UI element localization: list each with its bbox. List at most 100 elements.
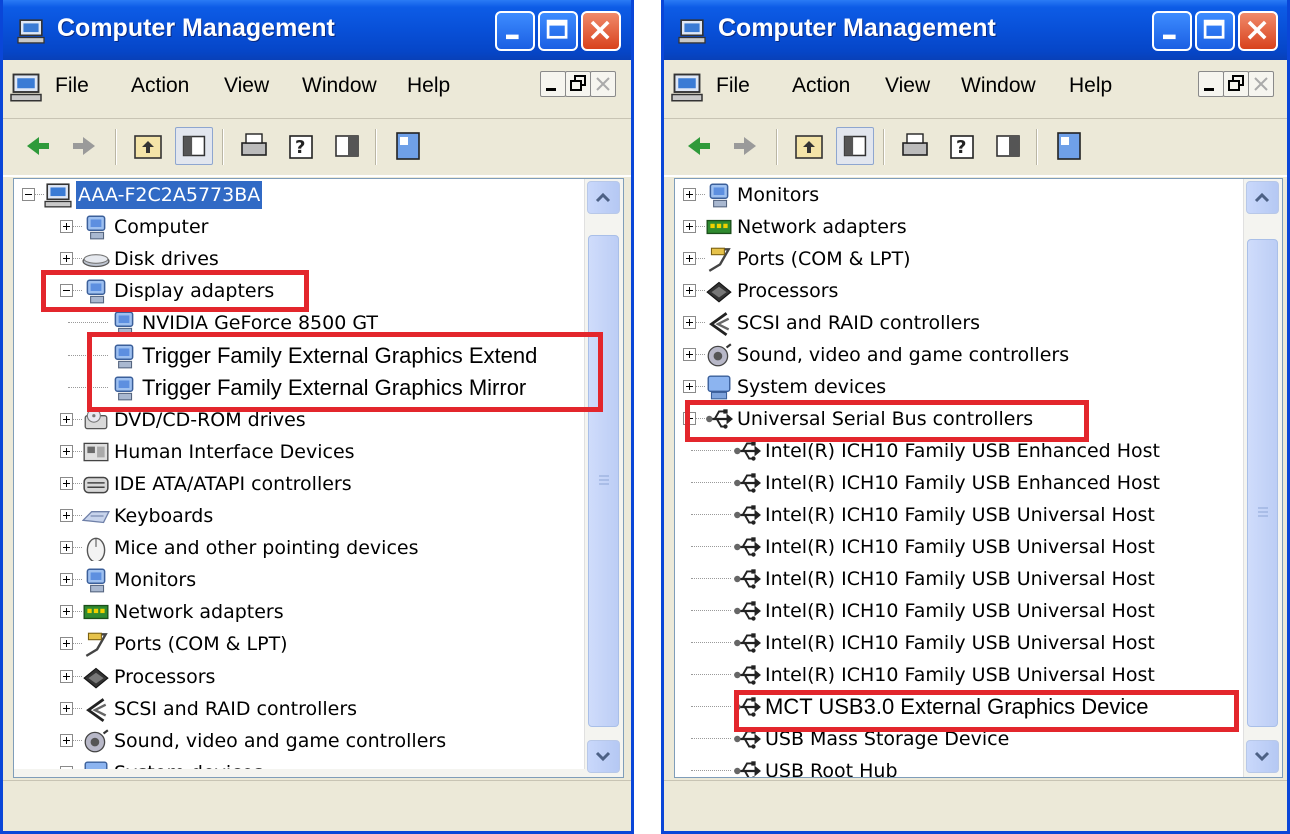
help-icon[interactable]: ? xyxy=(283,127,321,165)
maximize-button[interactable] xyxy=(1195,11,1235,51)
expand-plus-icon[interactable] xyxy=(60,605,73,619)
menu-file[interactable]: File xyxy=(716,74,750,98)
tree-row-computer[interactable]: Computer xyxy=(14,211,585,243)
tree-row-keyboards[interactable]: Keyboards xyxy=(14,500,585,532)
minimize-button[interactable] xyxy=(495,11,535,51)
computer-icon[interactable] xyxy=(9,72,43,102)
tree-row-scsi-and-raid-controllers[interactable]: SCSI and RAID controllers xyxy=(675,307,1244,339)
tree-row-intel-r-ich10-family-usb-enhanced-host[interactable]: Intel(R) ICH10 Family USB Enhanced Host xyxy=(675,467,1244,499)
close-button[interactable] xyxy=(581,11,621,51)
forward-arrow-icon[interactable] xyxy=(726,127,764,165)
expand-plus-icon[interactable] xyxy=(683,220,696,233)
computer-management-icon[interactable] xyxy=(389,127,427,165)
scroll-down-button[interactable] xyxy=(1246,740,1279,773)
tree-row-usb-mass-storage-device[interactable]: USB Mass Storage Device xyxy=(675,723,1244,755)
mdi-restore-button[interactable] xyxy=(565,71,591,97)
menu-action[interactable]: Action xyxy=(131,74,189,98)
mdi-close-button[interactable] xyxy=(1248,71,1274,97)
expand-plus-icon[interactable] xyxy=(60,476,73,490)
help-icon[interactable]: ? xyxy=(944,127,982,165)
tree-row-network-adapters[interactable]: Network adapters xyxy=(675,211,1244,243)
mdi-minimize-button[interactable] xyxy=(1198,71,1224,97)
expand-plus-icon[interactable] xyxy=(60,252,73,266)
forward-arrow-icon[interactable] xyxy=(65,127,103,165)
print-icon[interactable] xyxy=(896,127,934,165)
tree-row-ide-ata-atapi-controllers[interactable]: IDE ATA/ATAPI controllers xyxy=(14,468,585,500)
tree-row-universal-serial-bus-controllers[interactable]: Universal Serial Bus controllers xyxy=(675,403,1244,435)
tree-row-ports-com-lpt[interactable]: Ports (COM & LPT) xyxy=(14,628,585,660)
expand-plus-icon[interactable] xyxy=(60,637,73,651)
tree-row-ports-com-lpt[interactable]: Ports (COM & LPT) xyxy=(675,243,1244,275)
expand-plus-icon[interactable] xyxy=(60,733,73,747)
minimize-button[interactable] xyxy=(1152,11,1192,51)
tree-row-intel-r-ich10-family-usb-universal-host[interactable]: Intel(R) ICH10 Family USB Universal Host xyxy=(675,627,1244,659)
computer-icon[interactable] xyxy=(670,72,704,102)
tree-row-network-adapters[interactable]: Network adapters xyxy=(14,596,585,628)
expand-plus-icon[interactable] xyxy=(683,284,696,297)
back-arrow-icon[interactable] xyxy=(19,127,57,165)
close-button[interactable] xyxy=(1238,11,1278,51)
expand-plus-icon[interactable] xyxy=(683,380,696,393)
tree-row-intel-r-ich10-family-usb-universal-host[interactable]: Intel(R) ICH10 Family USB Universal Host xyxy=(675,499,1244,531)
tree-row-disk-drives[interactable]: Disk drives xyxy=(14,243,585,275)
scroll-thumb[interactable] xyxy=(588,235,619,727)
menu-file[interactable]: File xyxy=(55,74,89,98)
mdi-restore-button[interactable] xyxy=(1223,71,1249,97)
tree-row-system-devices[interactable]: System devices xyxy=(675,371,1244,403)
tree-row-scsi-and-raid-controllers[interactable]: SCSI and RAID controllers xyxy=(14,693,585,725)
print-icon[interactable] xyxy=(235,127,273,165)
tree-row-intel-r-ich10-family-usb-enhanced-host[interactable]: Intel(R) ICH10 Family USB Enhanced Host xyxy=(675,435,1244,467)
expand-plus-icon[interactable] xyxy=(60,701,73,715)
properties-icon[interactable] xyxy=(328,127,366,165)
expand-plus-icon[interactable] xyxy=(683,188,696,201)
tree-row-trigger-family-external-graphics-extend[interactable]: Trigger Family External Graphics Extend xyxy=(14,340,585,372)
vertical-scrollbar[interactable] xyxy=(584,179,623,777)
tree-row-aaa-f2c2a5773ba[interactable]: AAA-F2C2A5773BA xyxy=(14,179,585,211)
tree-row-human-interface-devices[interactable]: Human Interface Devices xyxy=(14,436,585,468)
scroll-thumb[interactable] xyxy=(1247,239,1278,727)
expand-plus-icon[interactable] xyxy=(683,252,696,265)
computer-management-icon[interactable] xyxy=(1050,127,1088,165)
title-bar[interactable]: Computer Management xyxy=(3,0,631,60)
tree-row-intel-r-ich10-family-usb-universal-host[interactable]: Intel(R) ICH10 Family USB Universal Host xyxy=(675,659,1244,691)
tree-row-sound-video-and-game-controllers[interactable]: Sound, video and game controllers xyxy=(14,725,585,757)
tree-row-intel-r-ich10-family-usb-universal-host[interactable]: Intel(R) ICH10 Family USB Universal Host xyxy=(675,531,1244,563)
maximize-button[interactable] xyxy=(538,11,578,51)
menu-window[interactable]: Window xyxy=(302,74,377,98)
menu-view[interactable]: View xyxy=(224,74,269,98)
expand-plus-icon[interactable] xyxy=(60,412,73,426)
mdi-minimize-button[interactable] xyxy=(540,71,566,97)
tree-row-mct-usb3-0-external-graphics-device[interactable]: MCT USB3.0 External Graphics Device xyxy=(675,691,1244,723)
title-bar[interactable]: Computer Management xyxy=(664,0,1287,60)
expand-plus-icon[interactable] xyxy=(683,348,696,361)
expand-plus-icon[interactable] xyxy=(60,220,73,234)
show-hide-tree-icon[interactable] xyxy=(175,127,213,165)
expand-plus-icon[interactable] xyxy=(60,541,73,555)
expand-plus-icon[interactable] xyxy=(60,573,73,587)
tree-row-intel-r-ich10-family-usb-universal-host[interactable]: Intel(R) ICH10 Family USB Universal Host xyxy=(675,595,1244,627)
tree-row-intel-r-ich10-family-usb-universal-host[interactable]: Intel(R) ICH10 Family USB Universal Host xyxy=(675,563,1244,595)
tree-row-trigger-family-external-graphics-mirror[interactable]: Trigger Family External Graphics Mirror xyxy=(14,372,585,404)
tree-row-monitors[interactable]: Monitors xyxy=(675,179,1244,211)
horizontal-scrollbar[interactable] xyxy=(14,769,585,777)
tree-row-usb-root-hub[interactable]: USB Root Hub xyxy=(675,755,1244,777)
vertical-scrollbar[interactable] xyxy=(1243,179,1282,777)
scroll-down-button[interactable] xyxy=(587,740,620,773)
menu-action[interactable]: Action xyxy=(792,74,850,98)
up-folder-icon[interactable] xyxy=(790,127,828,165)
expand-plus-icon[interactable] xyxy=(60,444,73,458)
collapse-minus-icon[interactable] xyxy=(60,284,73,298)
up-folder-icon[interactable] xyxy=(129,127,167,165)
scroll-up-button[interactable] xyxy=(1246,181,1279,214)
tree-row-processors[interactable]: Processors xyxy=(675,275,1244,307)
menu-help[interactable]: Help xyxy=(1069,74,1112,98)
tree-row-monitors[interactable]: Monitors xyxy=(14,564,585,596)
scroll-up-button[interactable] xyxy=(587,181,620,214)
properties-icon[interactable] xyxy=(989,127,1027,165)
collapse-minus-icon[interactable] xyxy=(22,188,35,201)
expand-plus-icon[interactable] xyxy=(60,669,73,683)
show-hide-tree-icon[interactable] xyxy=(836,127,874,165)
tree-row-processors[interactable]: Processors xyxy=(14,661,585,693)
tree-row-display-adapters[interactable]: Display adapters xyxy=(14,275,585,307)
tree-row-mice-and-other-pointing-devices[interactable]: Mice and other pointing devices xyxy=(14,532,585,564)
